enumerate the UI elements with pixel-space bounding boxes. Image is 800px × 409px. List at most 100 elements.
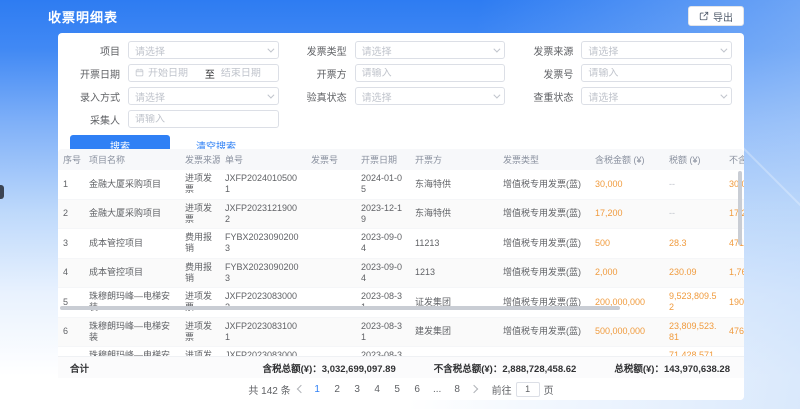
table-row[interactable]: 6珠穆朗玛峰—电梯安装进项发票JXFP202308310012023-08-31… [58, 317, 744, 347]
filter-grid: 项目 请选择 发票类型 请选择 发票来源 请选择 开票日期 [70, 41, 732, 128]
col-invoice-date: 开票日期 [356, 149, 410, 170]
invoice-table-card: 序号项目名称发票来源单号发票号开票日期开票方发票类型含税金额 (¥)税额 (¥)… [58, 149, 744, 400]
cell-order-no: FYBX20230902003 [220, 229, 306, 259]
cell-tax: 23,809,523.81 [664, 317, 724, 347]
col-issuer: 开票方 [410, 149, 498, 170]
filter-label: 发票来源 [523, 43, 581, 58]
cell-issuer: 证发集团 [410, 288, 498, 318]
page-more-button[interactable]: ... [431, 384, 444, 395]
filter-invoice-date-start-input[interactable] [148, 68, 199, 79]
cell-amount-excl-tax: 1,428,571,428.57 [724, 347, 744, 357]
chevron-down-icon [494, 45, 501, 52]
cell-order-no: JXFP20230831001 [220, 317, 306, 347]
filter-invoice-no-input[interactable] [588, 68, 725, 79]
cell-amount-excl-tax: 190,476,190.48 [724, 288, 744, 318]
cell-seq: 6 [58, 317, 84, 347]
table-row[interactable]: 4成本管控项目费用报销FYBX202309020032023-09-041213… [58, 258, 744, 288]
total-item-value: 2,888,728,458.62 [502, 364, 576, 375]
cell-amount-incl-tax: 500,000,000 [590, 317, 664, 347]
export-button[interactable]: 导出 [688, 6, 744, 26]
invoice-table: 序号项目名称发票来源单号发票号开票日期开票方发票类型含税金额 (¥)税额 (¥)… [58, 149, 744, 356]
select-placeholder: 请选择 [588, 89, 720, 104]
cell-amount-incl-tax: 500 [590, 229, 664, 259]
table-row[interactable]: 5珠穆朗玛峰—电梯安装进项发票JXFP202308300022023-08-31… [58, 288, 744, 318]
filter-issuer-input[interactable] [362, 68, 499, 79]
filter-label: 验真状态 [297, 89, 355, 104]
goto-unit: 页 [544, 382, 554, 397]
cell-project-name: 成本管控项目 [84, 258, 180, 288]
col-seq: 序号 [58, 149, 84, 170]
filter-invoice-source-select[interactable]: 请选择 [581, 41, 732, 59]
table-row[interactable]: 2金融大厦采购项目进项发票JXFP202312190022023-12-19东海… [58, 199, 744, 229]
cell-project-name: 金融大厦采购项目 [84, 170, 180, 199]
filter-label: 开票日期 [70, 66, 128, 81]
page-5-button[interactable]: 5 [391, 384, 404, 395]
page-title: 收票明细表 [48, 7, 118, 26]
page-2-button[interactable]: 2 [331, 384, 344, 395]
vertical-scrollbar-thumb[interactable] [738, 171, 742, 245]
table-header-row: 序号项目名称发票来源单号发票号开票日期开票方发票类型含税金额 (¥)税额 (¥)… [58, 149, 744, 170]
filter-project-select[interactable]: 请选择 [128, 41, 279, 59]
cell-project-name: 金融大厦采购项目 [84, 199, 180, 229]
page-3-button[interactable]: 3 [351, 384, 364, 395]
cell-invoice-type: 增值税专用发票(蓝) [498, 170, 590, 199]
prev-page-arrow-icon[interactable] [296, 385, 304, 393]
cell-project-name: 珠穆朗玛峰—电梯安装 [84, 347, 180, 357]
filter-label: 发票类型 [297, 43, 355, 58]
table-row[interactable]: 1金融大厦采购项目进项发票JXFP202401050012024-01-05东海… [58, 170, 744, 199]
filter-invoice-date-end-input[interactable] [221, 68, 272, 79]
cell-issuer: 11213 [410, 229, 498, 259]
filter-entry-method-select[interactable]: 请选择 [128, 87, 279, 105]
total-item-label: 总税额(¥)： [614, 364, 664, 375]
cell-seq: 5 [58, 288, 84, 318]
filter-label: 录入方式 [70, 89, 128, 104]
select-placeholder: 请选择 [588, 43, 720, 58]
filter-collector-input[interactable] [135, 114, 272, 125]
page-1-button[interactable]: 1 [311, 384, 324, 395]
filter-verify-status-select[interactable]: 请选择 [355, 87, 506, 105]
cell-invoice-no [306, 258, 356, 288]
chevron-down-icon [720, 45, 727, 52]
filter-label: 查重状态 [523, 89, 581, 104]
totals-items: 含税总额(¥)：3,032,699,097.89 不含税总额(¥)：2,888,… [263, 361, 730, 375]
page-8-button[interactable]: 8 [451, 384, 464, 395]
cell-invoice-type: 增值税专用发票(蓝) [498, 199, 590, 229]
next-page-arrow-icon[interactable] [469, 385, 477, 393]
totals-row: 合计 含税总额(¥)：3,032,699,097.89 不含税总额(¥)：2,8… [58, 356, 744, 378]
cell-order-no: JXFP20240105001 [220, 170, 306, 199]
topbar: 收票明细表 导出 [48, 0, 744, 32]
total-item-value: 143,970,638.28 [664, 364, 730, 375]
filter-label: 项目 [70, 43, 128, 58]
drawer-handle[interactable] [0, 185, 4, 199]
table-row[interactable]: 7珠穆朗玛峰—电梯安装进项发票JXFP202308300012023-08-30… [58, 347, 744, 357]
chevron-down-icon [720, 91, 727, 98]
page-6-button[interactable]: 6 [411, 384, 424, 395]
total-item-value: 3,032,699,097.89 [322, 364, 396, 375]
table-row[interactable]: 3成本管控项目费用报销FYBX202309020032023-09-041121… [58, 229, 744, 259]
cell-invoice-source: 进项发票 [180, 170, 220, 199]
col-project-name: 项目名称 [84, 149, 180, 170]
filter-invoice-type-select[interactable]: 请选择 [355, 41, 506, 59]
page-4-button[interactable]: 4 [371, 384, 384, 395]
cell-amount-incl-tax: 200,000,000 [590, 288, 664, 318]
cell-invoice-type: 增值税专用发票(蓝) [498, 229, 590, 259]
horizontal-scrollbar-thumb[interactable] [60, 306, 620, 310]
cell-invoice-source: 进项发票 [180, 199, 220, 229]
pagination: 共 142 条 123456...8 前往 页 [58, 378, 744, 400]
goto-label: 前往 [492, 382, 512, 397]
filter-duplicate-status-select[interactable]: 请选择 [581, 87, 732, 105]
cell-invoice-source: 费用报销 [180, 258, 220, 288]
col-invoice-no: 发票号 [306, 149, 356, 170]
cell-invoice-date: 2024-01-05 [356, 170, 410, 199]
cell-tax: 230.09 [664, 258, 724, 288]
select-placeholder: 请选择 [135, 43, 267, 58]
cell-seq: 7 [58, 347, 84, 357]
cell-seq: 4 [58, 258, 84, 288]
goto-page-input[interactable] [516, 382, 540, 397]
page-buttons: 123456... 8 [311, 384, 464, 395]
cell-invoice-no [306, 199, 356, 229]
cell-invoice-no [306, 170, 356, 199]
select-placeholder: 请选择 [362, 43, 494, 58]
cell-invoice-date: 2023-08-30 [356, 347, 410, 357]
total-item: 总税额(¥)：143,970,638.28 [614, 361, 730, 375]
